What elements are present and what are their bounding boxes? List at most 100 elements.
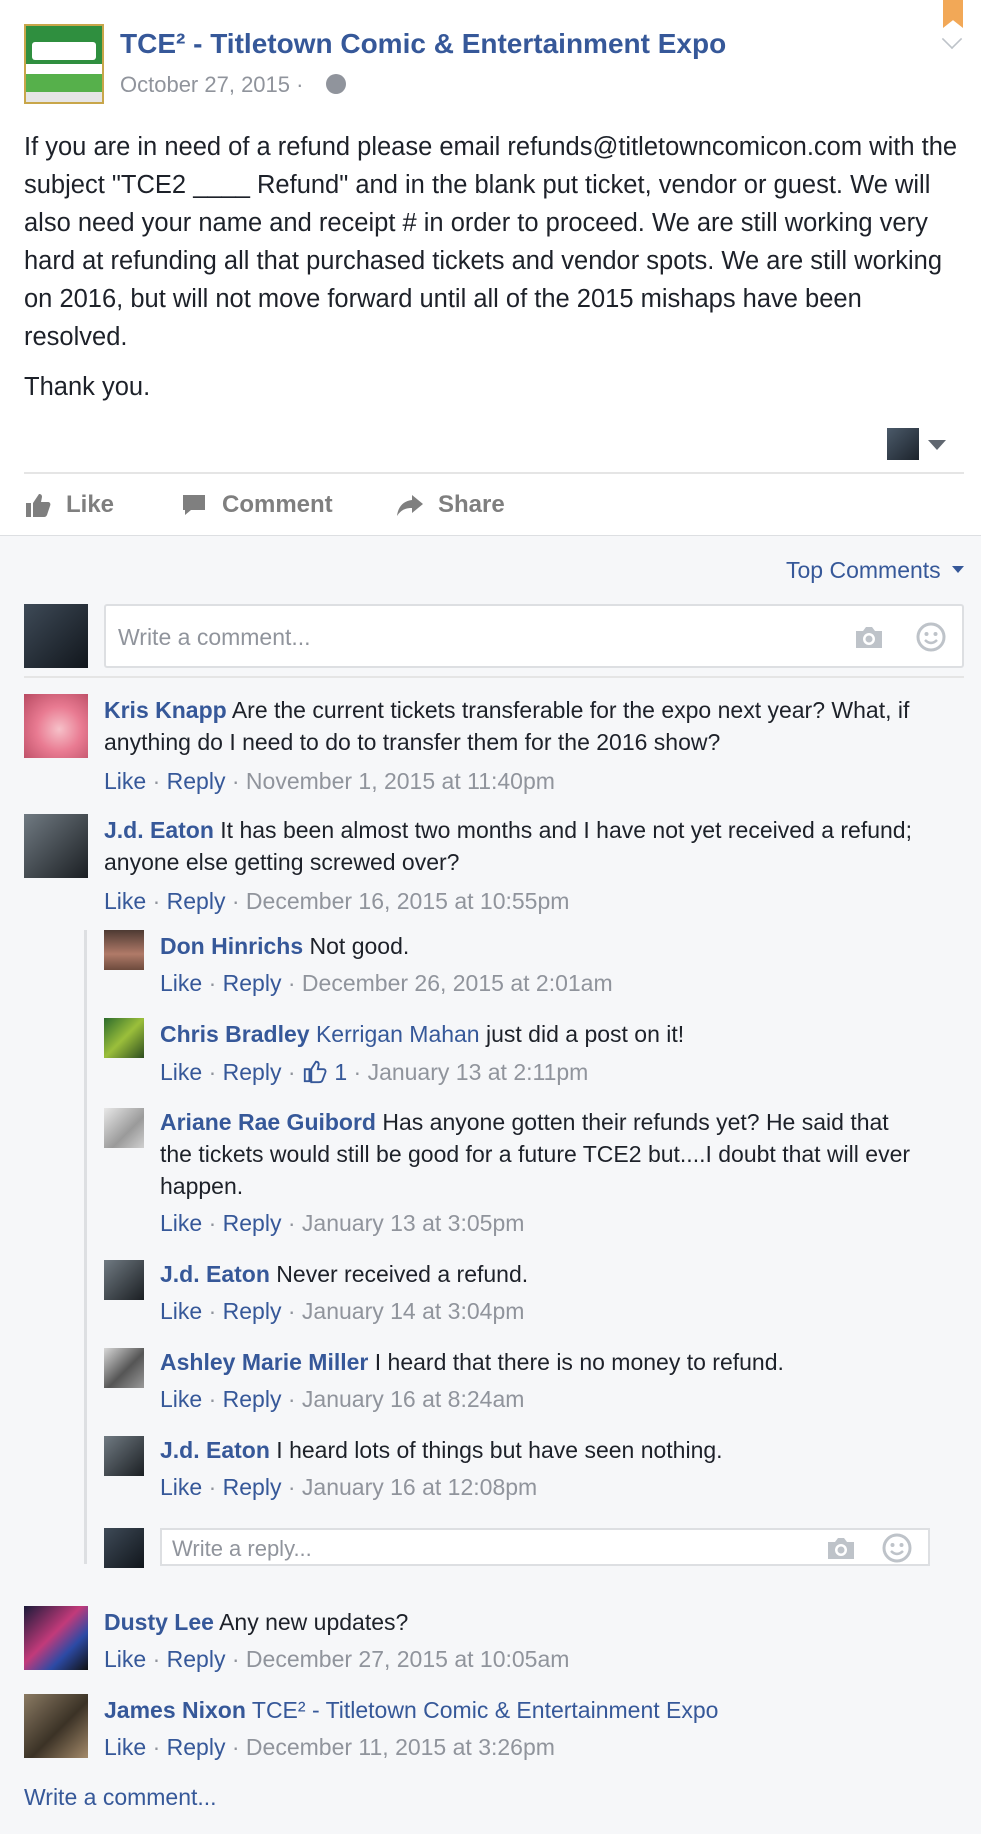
comment-timestamp[interactable]: January 16 at 12:08pm <box>302 1474 537 1500</box>
comment-button[interactable]: Comment <box>180 488 333 522</box>
comment-placeholder: Write a comment... <box>118 624 311 650</box>
comment-like-button[interactable]: Like <box>160 1386 202 1412</box>
comment-text: It has been almost two months and I have… <box>104 817 912 875</box>
commenter-name[interactable]: J.d. Eaton <box>160 1261 270 1287</box>
comment-reply-button[interactable]: Reply <box>167 768 226 794</box>
comment-like-button[interactable]: Like <box>104 888 146 914</box>
commenter-name[interactable]: James Nixon <box>104 1697 246 1723</box>
comment-timestamp[interactable]: January 13 at 2:11pm <box>368 1059 589 1085</box>
post-body: If you are in need of a refund please em… <box>24 128 964 418</box>
comment-like-button[interactable]: Like <box>104 1646 146 1672</box>
viewer-avatar[interactable] <box>887 428 919 460</box>
mention-link[interactable]: TCE² - Titletown Comic & Entertainment E… <box>252 1697 719 1723</box>
comment-reply-button[interactable]: Reply <box>167 1646 226 1672</box>
avatar[interactable] <box>104 1260 144 1300</box>
comment-timestamp[interactable]: December 16, 2015 at 10:55pm <box>246 888 569 914</box>
reply: Ashley Marie Miller I heard that there i… <box>160 1346 920 1378</box>
comment: Kris Knapp Are the current tickets trans… <box>104 694 944 758</box>
commenter-name[interactable]: Ariane Rae Guibord <box>160 1109 376 1135</box>
share-button[interactable]: Share <box>396 488 505 522</box>
share-arrow-icon <box>396 491 424 519</box>
avatar[interactable] <box>104 930 144 970</box>
post-paragraph: If you are in need of a refund please em… <box>24 133 958 351</box>
comment-meta: Like · Reply · January 16 at 8:24am <box>160 1386 525 1412</box>
avatar[interactable] <box>104 1108 144 1148</box>
comment-meta: Like · Reply · January 14 at 3:04pm <box>160 1298 525 1324</box>
reply: Don Hinrichs Not good. <box>160 930 920 962</box>
comment-reply-button[interactable]: Reply <box>223 1386 282 1412</box>
sort-comments-dropdown[interactable]: Top Comments <box>786 557 941 584</box>
avatar[interactable] <box>24 1606 88 1670</box>
reaction-count[interactable]: 1 <box>334 1059 347 1085</box>
comment-text: Not good. <box>309 933 410 959</box>
comment-timestamp[interactable]: December 26, 2015 at 2:01am <box>302 970 613 996</box>
caret-down-icon[interactable] <box>928 440 946 450</box>
comment-reply-button[interactable]: Reply <box>223 1059 282 1085</box>
commenter-name[interactable]: Dusty Lee <box>104 1609 214 1635</box>
camera-icon[interactable] <box>826 1535 856 1566</box>
bookmark-icon[interactable] <box>943 0 963 28</box>
divider <box>24 676 964 678</box>
reply: Chris Bradley Kerrigan Mahan just did a … <box>160 1018 920 1050</box>
comment-reply-button[interactable]: Reply <box>167 888 226 914</box>
page-logo[interactable] <box>24 24 104 104</box>
globe-icon <box>326 74 346 94</box>
comment-like-button[interactable]: Like <box>160 970 202 996</box>
like-label: Like <box>66 491 115 518</box>
post-date[interactable]: October 27, 2015 · <box>120 72 303 98</box>
comment-reply-button[interactable]: Reply <box>223 970 282 996</box>
commenter-name[interactable]: Chris Bradley <box>160 1021 310 1047</box>
comment-timestamp[interactable]: January 16 at 8:24am <box>302 1386 524 1412</box>
commenter-name[interactable]: Ashley Marie Miller <box>160 1349 368 1375</box>
comment: Dusty Lee Any new updates? <box>104 1606 944 1638</box>
comment-label: Comment <box>222 491 333 518</box>
commenter-name[interactable]: Kris Knapp <box>104 697 227 723</box>
comment-text: just did a post on it! <box>486 1021 685 1047</box>
avatar[interactable] <box>24 814 88 878</box>
commenter-name[interactable]: J.d. Eaton <box>104 817 214 843</box>
reply-input[interactable]: Write a reply... <box>160 1528 930 1566</box>
avatar[interactable] <box>24 694 88 758</box>
page-name-link[interactable]: TCE² - Titletown Comic & Entertainment E… <box>120 28 726 60</box>
comment-like-button[interactable]: Like <box>160 1210 202 1236</box>
thumbs-up-icon <box>24 491 52 519</box>
avatar[interactable] <box>104 1348 144 1388</box>
comment-reply-button[interactable]: Reply <box>223 1298 282 1324</box>
comment-text: Never received a refund. <box>276 1261 529 1287</box>
comment-meta: Like · Reply · December 11, 2015 at 3:26… <box>104 1734 555 1760</box>
comment-meta: Like · Reply · 1 · January 13 at 2:11pm <box>160 1059 589 1085</box>
comment-meta: Like · Reply · January 16 at 12:08pm <box>160 1474 538 1500</box>
comment-meta: Like · Reply · November 1, 2015 at 11:40… <box>104 768 555 794</box>
avatar[interactable] <box>104 1436 144 1476</box>
viewer-avatar[interactable] <box>104 1528 144 1568</box>
comment-reply-button[interactable]: Reply <box>167 1734 226 1760</box>
smiley-icon[interactable] <box>882 1533 912 1568</box>
mention-link[interactable]: Kerrigan Mahan <box>316 1021 480 1047</box>
comment-timestamp[interactable]: January 13 at 3:05pm <box>302 1210 524 1236</box>
like-button[interactable]: Like <box>24 488 114 522</box>
comment-timestamp[interactable]: December 11, 2015 at 3:26pm <box>246 1734 555 1760</box>
chevron-down-icon[interactable] <box>941 28 963 50</box>
comment-meta: Like · Reply · December 26, 2015 at 2:01… <box>160 970 613 996</box>
viewer-avatar[interactable] <box>24 604 88 668</box>
comment-like-button[interactable]: Like <box>160 1474 202 1500</box>
camera-icon[interactable] <box>854 624 884 655</box>
comment-like-button[interactable]: Like <box>160 1059 202 1085</box>
commenter-name[interactable]: J.d. Eaton <box>160 1437 270 1463</box>
comment-like-button[interactable]: Like <box>160 1298 202 1324</box>
smiley-icon[interactable] <box>916 622 946 657</box>
comment-text: Any new updates? <box>219 1609 409 1635</box>
comment-timestamp[interactable]: December 27, 2015 at 10:05am <box>246 1646 569 1672</box>
write-comment-link[interactable]: Write a comment... <box>24 1784 217 1811</box>
caret-down-icon[interactable] <box>952 566 964 573</box>
comment-like-button[interactable]: Like <box>104 768 146 794</box>
comment-reply-button[interactable]: Reply <box>223 1210 282 1236</box>
avatar[interactable] <box>104 1018 144 1058</box>
comment-like-button[interactable]: Like <box>104 1734 146 1760</box>
comment-input[interactable]: Write a comment... <box>104 604 964 668</box>
commenter-name[interactable]: Don Hinrichs <box>160 933 303 959</box>
comment-reply-button[interactable]: Reply <box>223 1474 282 1500</box>
comment-timestamp[interactable]: November 1, 2015 at 11:40pm <box>246 768 555 794</box>
comment-timestamp[interactable]: January 14 at 3:04pm <box>302 1298 524 1324</box>
avatar[interactable] <box>24 1694 88 1758</box>
